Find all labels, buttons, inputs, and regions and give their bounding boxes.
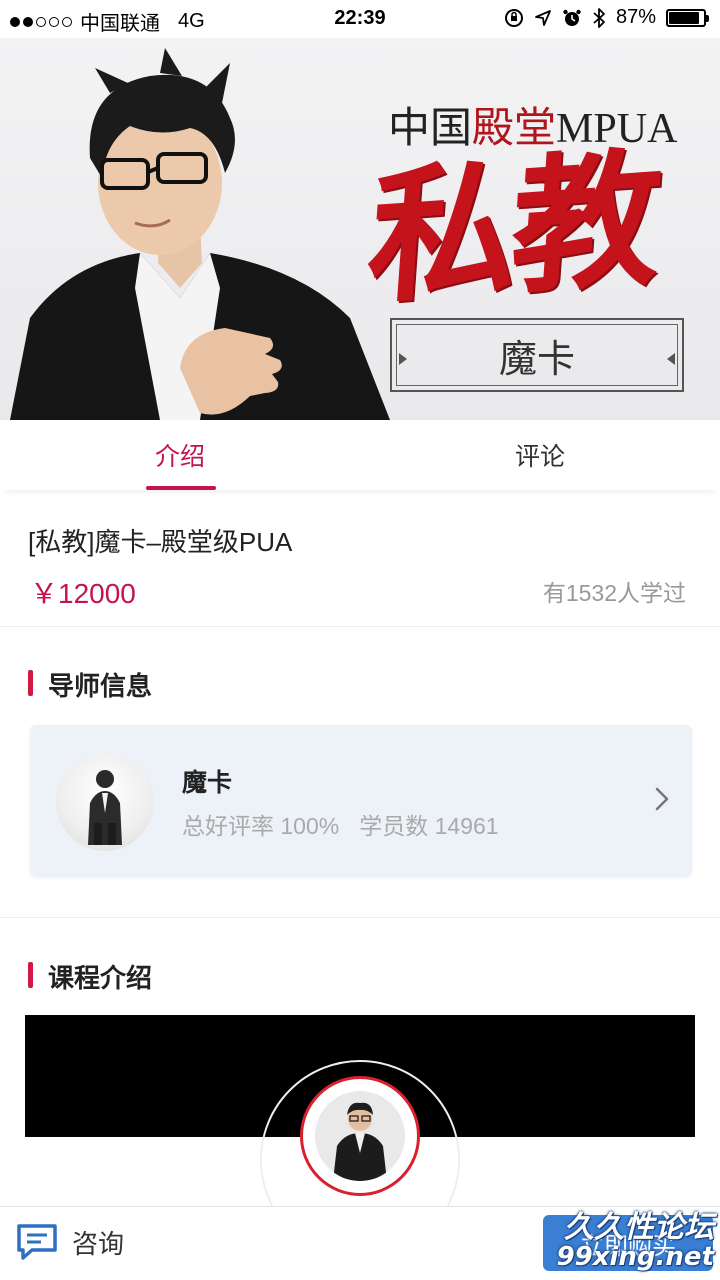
learner-count: 有1532人学过	[542, 580, 686, 606]
banner-private-coaching-text: 私教	[362, 131, 662, 325]
battery-percent: 87%	[615, 6, 656, 28]
tab-bar: 介绍 评论	[0, 420, 720, 490]
mentor-students: 学员数 14961	[359, 813, 499, 839]
floating-mentor-avatar[interactable]	[300, 1076, 420, 1196]
chat-icon	[17, 1224, 57, 1260]
mentor-portrait-image	[10, 48, 390, 420]
course-title: [私教]魔卡–殿堂级PUA	[28, 527, 293, 557]
location-icon	[535, 9, 551, 26]
mentor-name: 魔卡	[182, 769, 233, 797]
mentor-stats: 总好评率 100% 学员数 14961	[182, 807, 499, 841]
course-intro-section-title: 课程介绍	[28, 958, 152, 995]
tab-introduction[interactable]: 介绍	[0, 420, 360, 490]
banner-name: 魔卡	[396, 324, 678, 386]
consult-button[interactable]: 咨询	[16, 1223, 124, 1261]
bluetooth-icon	[593, 7, 605, 28]
course-price: ￥12000	[30, 578, 136, 609]
mentor-section-title: 导师信息	[28, 666, 152, 703]
orientation-lock-icon	[504, 8, 523, 27]
divider	[0, 917, 720, 918]
consult-label: 咨询	[72, 1228, 125, 1259]
mentor-card[interactable]: 魔卡 总好评率 100% 学员数 14961	[30, 725, 692, 877]
mentor-rating: 总好评率 100%	[182, 813, 340, 839]
mentor-avatar	[56, 753, 154, 851]
status-bar: 中国联通 4G 22:39 87%	[0, 0, 720, 38]
alarm-icon	[563, 9, 581, 26]
divider	[0, 626, 720, 627]
site-watermark: 久久性论坛 99xing.net	[556, 1210, 714, 1272]
battery-icon	[666, 8, 709, 27]
course-banner: 中国殿堂MPUA 私教 魔卡	[0, 38, 720, 420]
chevron-right-icon	[655, 787, 669, 811]
tab-comments[interactable]: 评论	[360, 420, 720, 490]
banner-name-plate: 魔卡	[390, 318, 684, 392]
